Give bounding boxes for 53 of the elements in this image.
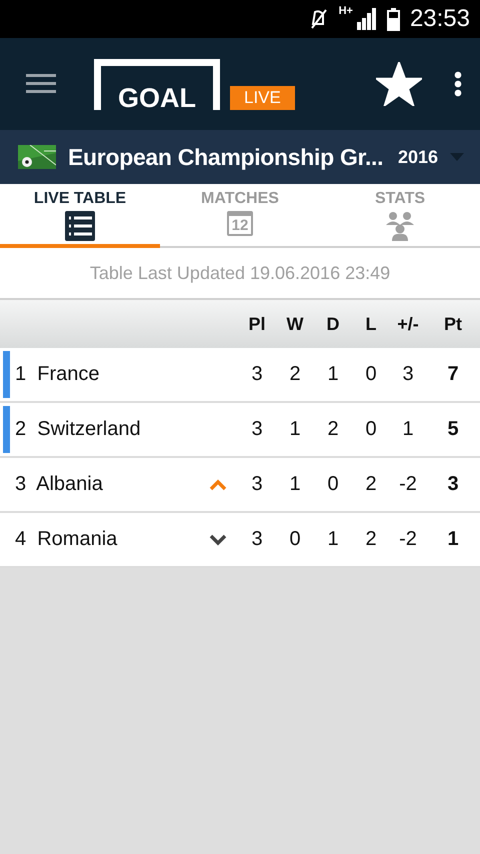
table-cell-text: 7	[446, 363, 460, 386]
people-icon	[385, 211, 415, 241]
column-header: W	[286, 314, 304, 334]
column-header: +/-	[396, 314, 420, 334]
signal-icon	[356, 8, 377, 30]
table-cell-text: 2	[288, 363, 302, 386]
table-cell-text: 2	[364, 473, 378, 496]
battery-icon	[386, 8, 400, 30]
table-cell-text: 3	[250, 363, 264, 386]
mute-icon	[308, 8, 329, 30]
clock: 23:53	[410, 5, 470, 33]
table-cell-text: 3	[250, 418, 264, 441]
table-cell-text: 2	[326, 418, 340, 441]
team-name: 2 Switzerland	[14, 418, 142, 441]
team-name: 1 France	[14, 363, 100, 386]
logo-text: GOAL	[118, 84, 196, 110]
table-cell-text: 0	[364, 418, 378, 441]
table-cell-text: 3	[446, 473, 460, 496]
column-header: L	[364, 314, 378, 334]
season-label[interactable]: 2016	[398, 146, 438, 168]
table-cell-text: 2	[364, 528, 378, 551]
table-cell-text: 5	[446, 418, 460, 441]
list-icon	[65, 211, 95, 241]
football-field-icon	[18, 145, 56, 169]
calendar-icon: 12	[227, 211, 253, 236]
up-chevron-icon	[209, 478, 227, 490]
column-header: D	[326, 314, 340, 334]
table-cell-text: 3	[250, 528, 264, 551]
table-cell-text: 3	[401, 363, 415, 386]
table-cell-text: -2	[398, 473, 418, 496]
team-name: 3 Albania	[14, 473, 104, 496]
table-cell-text: 0	[364, 363, 378, 386]
table-cell-text: 3	[250, 473, 264, 496]
table-cell-text: 0	[288, 528, 302, 551]
table-cell-text: 1	[446, 528, 460, 551]
table-cell-text: 1	[326, 363, 340, 386]
menu-icon[interactable]	[26, 73, 56, 95]
column-header: Pt	[443, 314, 463, 334]
table-cell-text: 1	[288, 473, 302, 496]
more-options-icon[interactable]	[454, 71, 462, 97]
live-badge: LIVE	[230, 86, 295, 110]
last-updated-text: Table Last Updated 19.06.2016 23:49	[90, 262, 390, 284]
table-cell-text: 1	[401, 418, 415, 441]
table-cell-text: 1	[288, 418, 302, 441]
column-header: Pl	[247, 314, 266, 334]
table-cell-text: 1	[326, 528, 340, 551]
down-chevron-icon	[209, 534, 227, 546]
star-icon[interactable]	[376, 62, 422, 106]
table-cell-text: -2	[398, 528, 418, 551]
competition-title[interactable]: European Championship Gr...	[68, 144, 384, 170]
network-type: H+	[338, 6, 353, 17]
team-name: 4 Romania	[14, 528, 118, 551]
table-cell-text: 0	[326, 473, 340, 496]
